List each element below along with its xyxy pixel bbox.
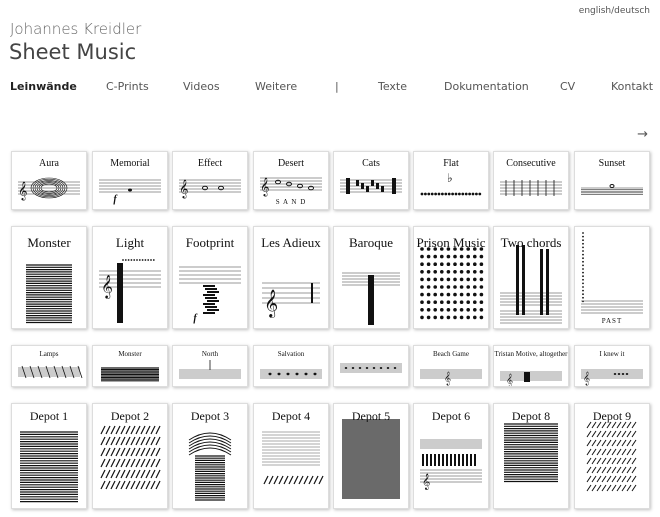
tile-title: Depot 6 <box>431 409 471 423</box>
tile-title: Depot 9 <box>592 409 632 423</box>
gallery-tile[interactable]: Depot 5 <box>333 403 409 509</box>
tile-title: Monster <box>118 350 142 358</box>
gallery-tile[interactable]: PAST <box>574 226 650 329</box>
gallery-tile[interactable]: Salvation <box>253 345 329 387</box>
dynamic-marking: f <box>193 313 197 324</box>
gallery-tile[interactable]: Depot 3 <box>172 403 248 509</box>
nav-item-weitere[interactable]: Weitere <box>255 80 297 93</box>
page-title: Sheet Music <box>9 40 137 64</box>
svg-text:𝄞: 𝄞 <box>422 474 430 490</box>
next-arrow-icon[interactable]: → <box>637 127 648 142</box>
gallery-tile[interactable]: Consecutive <box>493 151 569 210</box>
gallery-tile[interactable]: Two chords <box>493 226 569 329</box>
tile-title: Lamps <box>39 350 59 358</box>
nav-item-cv[interactable]: CV <box>560 80 575 93</box>
tile-title: Two chords <box>500 235 562 250</box>
tile-title: Salvation <box>277 350 305 358</box>
tile-title: I knew it <box>599 350 625 358</box>
gallery-tile[interactable]: Depot 8 <box>493 403 569 509</box>
gallery-tile[interactable]: Depot 9 <box>574 403 650 509</box>
gallery-tile[interactable]: ♭ Flat <box>413 151 489 210</box>
gallery-tile[interactable]: Cats <box>333 151 409 210</box>
language-switch[interactable]: english/deutsch <box>579 6 650 16</box>
nav-item-dokumentation[interactable]: Dokumentation <box>444 80 529 93</box>
gallery-tile[interactable]: Depot 4 <box>253 403 329 509</box>
tile-title: Les Adieux <box>261 235 321 250</box>
svg-text:𝄞: 𝄞 <box>18 181 27 201</box>
tile-subtitle: S A N D <box>275 198 307 206</box>
tile-title: Memorial <box>110 158 150 169</box>
past-score-icon <box>581 232 643 314</box>
tile-title: Depot 5 <box>351 409 391 423</box>
gallery-tile[interactable]: North <box>172 345 248 387</box>
nav-separator: | <box>335 80 339 93</box>
gallery-tile[interactable]: Monster <box>92 345 168 387</box>
gallery-tile[interactable]: 𝄞 Desert S A N D <box>253 151 329 210</box>
svg-text:𝄞: 𝄞 <box>583 371 590 385</box>
gallery-tile[interactable]: Depot 2 <box>92 403 168 509</box>
tile-subtitle: PAST <box>601 317 623 325</box>
tile-title: Depot 4 <box>271 409 311 423</box>
gallery-tile[interactable]: 𝄞 Effect <box>172 151 248 210</box>
main-nav: Leinwände C-Prints Videos Weitere | Text… <box>10 80 653 96</box>
gallery-tile[interactable]: 𝄞 Depot 6 <box>413 403 489 509</box>
tile-title: Aura <box>39 158 59 169</box>
small-score-icon <box>340 363 402 373</box>
tile-title: Monster <box>27 235 71 250</box>
gallery-tile[interactable]: 𝄞 I knew it <box>574 345 650 387</box>
tile-title: Desert <box>277 158 305 169</box>
nav-item-videos[interactable]: Videos <box>183 80 220 93</box>
tile-title: Depot 8 <box>511 409 551 423</box>
nav-item-c-prints[interactable]: C-Prints <box>106 80 149 93</box>
svg-text:♭: ♭ <box>447 171 453 185</box>
gallery-tile[interactable]: 𝄞 Beach Game <box>413 345 489 387</box>
gallery-tile[interactable]: 𝄞 Tristan Motive, altogether <box>493 345 569 387</box>
tile-title: Cats <box>362 158 380 169</box>
svg-text:𝄞: 𝄞 <box>444 371 451 385</box>
nav-item-leinwaende[interactable]: Leinwände <box>10 80 77 93</box>
tile-title: Effect <box>197 158 223 169</box>
tile-title: Tristan Motive, altogether <box>494 350 568 358</box>
gallery-tile[interactable]: Baroque <box>333 226 409 329</box>
gallery-tile[interactable]: 𝄞 Les Adieux <box>253 226 329 329</box>
tile-title: Depot 2 <box>110 409 150 423</box>
tile-title: Light <box>115 235 145 250</box>
gallery-tile[interactable]: 𝄞 Light <box>92 226 168 329</box>
gallery-tile[interactable]: 𝄞 Aura <box>11 151 87 210</box>
gallery-tile[interactable]: Sunset <box>574 151 650 210</box>
gallery-tile[interactable]: Prison Music <box>413 226 489 329</box>
dynamic-marking: f <box>113 194 117 205</box>
tile-title: Baroque <box>348 235 394 250</box>
gallery-tile[interactable]: Footprint f <box>172 226 248 329</box>
tile-title: Beach Game <box>433 350 469 358</box>
svg-text:𝄞: 𝄞 <box>179 179 188 199</box>
svg-text:𝄞: 𝄞 <box>101 274 113 299</box>
gallery-tile[interactable]: Depot 1 <box>11 403 87 509</box>
tile-title: Footprint <box>185 235 235 250</box>
gallery-tile[interactable] <box>333 345 409 387</box>
tile-title: North <box>201 350 219 358</box>
tile-title: Prison Music <box>416 235 486 250</box>
tile-title: Consecutive <box>506 158 556 169</box>
svg-text:𝄞: 𝄞 <box>506 373 513 386</box>
gallery-tile[interactable]: Lamps <box>11 345 87 387</box>
tile-title: Depot 3 <box>190 409 230 423</box>
gallery-tile[interactable]: Monster <box>11 226 87 329</box>
author-name[interactable]: Johannes Kreidler <box>10 20 141 38</box>
gallery-tile[interactable]: Memorial f <box>92 151 168 210</box>
svg-text:𝄞: 𝄞 <box>260 177 269 197</box>
nav-item-texte[interactable]: Texte <box>378 80 407 93</box>
tile-title: Sunset <box>598 158 626 169</box>
tile-title: Depot 1 <box>29 409 69 423</box>
tile-title: Flat <box>443 158 459 169</box>
nav-item-kontakt[interactable]: Kontakt <box>611 80 653 93</box>
svg-text:𝄞: 𝄞 <box>264 289 278 318</box>
